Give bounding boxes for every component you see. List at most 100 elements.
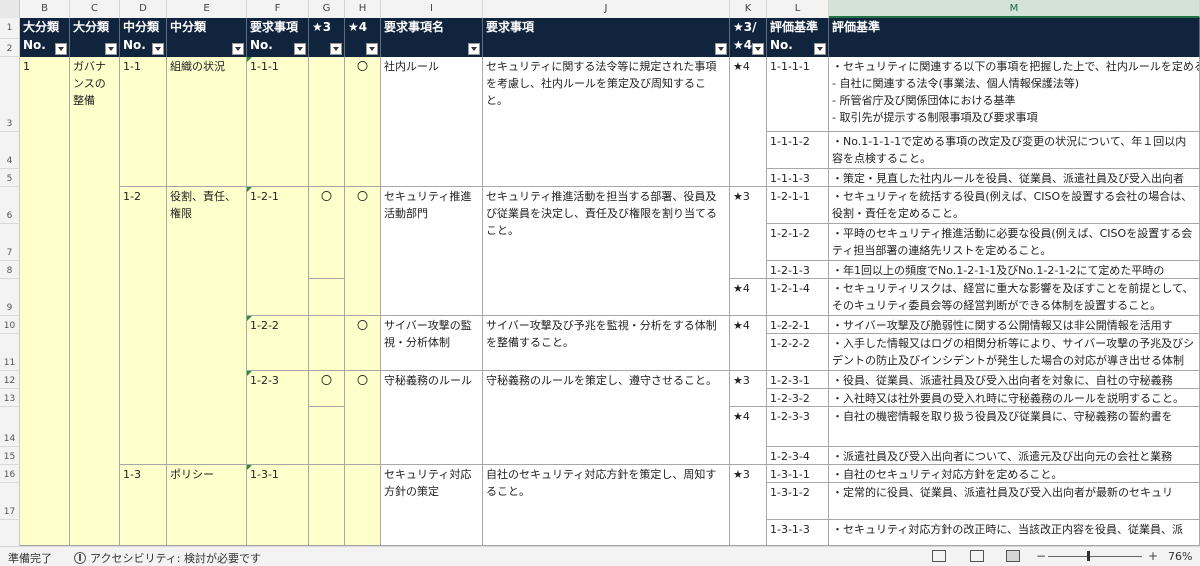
filter-dropdown-icon[interactable] <box>105 43 117 55</box>
zoom-in-button[interactable]: + <box>1148 549 1158 563</box>
cell-l9[interactable]: 1-2-1-4 <box>767 279 829 316</box>
cell-m15[interactable]: ・派遣社員及び受入出向者について、派遣元及び出向元の会社と業務 <box>829 447 1200 465</box>
cell-l17[interactable]: 1-3-1-2 <box>767 483 829 520</box>
cell-l10[interactable]: 1-2-2-1 <box>767 316 829 334</box>
header-cell-m[interactable]: 評価基準 <box>829 18 1200 57</box>
select-all-corner[interactable] <box>0 0 20 18</box>
accessibility-status[interactable]: アクセシビリティ: 検討が必要です <box>74 550 261 566</box>
column-header-d[interactable]: D <box>120 0 167 18</box>
cell-d16[interactable]: 1-3 <box>120 465 167 546</box>
header-cell-k[interactable]: ★3/ ★4 <box>730 18 767 57</box>
cell-k16[interactable]: ★3 <box>730 465 767 546</box>
cell-l7[interactable]: 1-2-1-2 <box>767 224 829 261</box>
cell-d3[interactable]: 1-1 <box>120 57 167 187</box>
cell-j3[interactable]: セキュリティに関する法令等に規定された事項を考慮し、社内ルールを策定及び周知する… <box>483 57 730 187</box>
cell-i6[interactable]: セキュリティ推進活動部門 <box>381 187 483 316</box>
spreadsheet-grid[interactable]: B C D E F G H I J K L M 1 2 3 4 5 6 7 8 … <box>0 0 1200 546</box>
filter-dropdown-icon[interactable] <box>294 43 306 55</box>
row-header-13[interactable]: 13 <box>0 389 20 407</box>
row-header-9[interactable]: 9 <box>0 279 20 316</box>
row-header-11[interactable]: 11 <box>0 334 20 371</box>
zoom-slider-thumb[interactable] <box>1087 551 1090 561</box>
cell-l11[interactable]: 1-2-2-2 <box>767 334 829 371</box>
filter-dropdown-icon[interactable] <box>752 43 764 55</box>
cell-m9[interactable]: ・セキュリティリスクは、経営に重大な影響を及ぼすことを前提として、そのキュリティ… <box>829 279 1200 316</box>
cell-b3[interactable]: 1 <box>20 57 70 546</box>
row-header-8[interactable]: 8 <box>0 261 20 279</box>
header-cell-d[interactable]: 中分類 No. <box>120 18 167 57</box>
row-header-15[interactable]: 15 <box>0 447 20 465</box>
cell-h6[interactable]: 〇 <box>345 187 381 316</box>
column-header-f[interactable]: F <box>247 0 309 18</box>
cell-m7[interactable]: ・平時のセキュリティ推進活動に必要な役員(例えば、CISOを設置する会ティ担当部… <box>829 224 1200 261</box>
cell-m14[interactable]: ・自社の機密情報を取り扱う役員及び従業員に、守秘義務の誓約書を <box>829 407 1200 447</box>
row-header-4[interactable]: 4 <box>0 132 20 169</box>
cell-h12[interactable]: 〇 <box>345 371 381 465</box>
cell-f12[interactable]: 1-2-3 <box>247 371 309 465</box>
row-header-2[interactable]: 2 <box>0 39 20 57</box>
cell-k10[interactable]: ★4 <box>730 316 767 371</box>
column-header-k[interactable]: K <box>730 0 767 18</box>
header-cell-e[interactable]: 中分類 <box>167 18 247 57</box>
cell-g14[interactable] <box>309 407 345 465</box>
zoom-out-button[interactable]: − <box>1036 549 1046 563</box>
cell-m18[interactable]: ・セキュリティ対応方針の改正時に、当該改正内容を役員、従業員、派 <box>829 520 1200 546</box>
cell-l12[interactable]: 1-2-3-1 <box>767 371 829 389</box>
cell-g9[interactable] <box>309 279 345 316</box>
column-header-m[interactable]: M <box>829 0 1200 18</box>
cell-m17[interactable]: ・定常的に役員、従業員、派遣社員及び受入出向者が最新のセキュリ <box>829 483 1200 520</box>
row-header-5[interactable]: 5 <box>0 169 20 187</box>
cell-l16[interactable]: 1-3-1-1 <box>767 465 829 483</box>
cell-l14[interactable]: 1-2-3-3 <box>767 407 829 447</box>
cell-e16[interactable]: ポリシー <box>167 465 247 546</box>
header-cell-i[interactable]: 要求事項名 <box>381 18 483 57</box>
cell-e6[interactable]: 役割、責任、権限 <box>167 187 247 465</box>
row-header-17[interactable]: 17 <box>0 483 20 520</box>
cell-h10[interactable]: 〇 <box>345 316 381 371</box>
cell-i16[interactable]: セキュリティ対応方針の策定 <box>381 465 483 546</box>
cell-l13[interactable]: 1-2-3-2 <box>767 389 829 407</box>
cell-d6[interactable]: 1-2 <box>120 187 167 465</box>
cell-g3[interactable] <box>309 57 345 187</box>
filter-dropdown-icon[interactable] <box>468 43 480 55</box>
filter-dropdown-icon[interactable] <box>330 43 342 55</box>
header-cell-b[interactable]: 大分類 No. <box>20 18 70 57</box>
cell-l6[interactable]: 1-2-1-1 <box>767 187 829 224</box>
column-header-i[interactable]: I <box>381 0 483 18</box>
page-layout-view-icon[interactable] <box>970 550 984 562</box>
header-cell-c[interactable]: 大分類 <box>70 18 120 57</box>
cell-m16[interactable]: ・自社のセキュリティ対応方針を定めること。 <box>829 465 1200 483</box>
cell-k6[interactable]: ★3 <box>730 187 767 279</box>
row-header-3[interactable]: 3 <box>0 57 20 132</box>
cell-j12[interactable]: 守秘義務のルールを策定し、遵守させること。 <box>483 371 730 465</box>
cell-f6[interactable]: 1-2-1 <box>247 187 309 316</box>
cell-k14[interactable]: ★4 <box>730 407 767 465</box>
cell-m6[interactable]: ・セキュリティを統括する役員(例えば、CISOを設置する会社の場合は、役割・責任… <box>829 187 1200 224</box>
cell-m3[interactable]: ・セキュリティに関連する以下の事項を把握した上で、社内ルールを定める - 自社に… <box>829 57 1200 132</box>
cell-l3[interactable]: 1-1-1-1 <box>767 57 829 132</box>
cell-f16[interactable]: 1-3-1 <box>247 465 309 546</box>
filter-dropdown-icon[interactable] <box>715 43 727 55</box>
cell-i10[interactable]: サイバー攻撃の監視・分析体制 <box>381 316 483 371</box>
cell-m4[interactable]: ・No.1-1-1-1で定める事項の改定及び変更の状況について、年１回以内容を点… <box>829 132 1200 169</box>
filter-dropdown-icon[interactable] <box>814 43 826 55</box>
filter-dropdown-icon[interactable] <box>55 43 67 55</box>
cell-l18[interactable]: 1-3-1-3 <box>767 520 829 546</box>
cell-f10[interactable]: 1-2-2 <box>247 316 309 371</box>
cell-j6[interactable]: セキュリティ推進活動を担当する部署、役員及び従業員を決定し、責任及び権限を割り当… <box>483 187 730 316</box>
cell-m12[interactable]: ・役員、従業員、派遣社員及び受入出向者を対象に、自社の守秘義務 <box>829 371 1200 389</box>
column-header-c[interactable]: C <box>70 0 120 18</box>
cell-h3[interactable]: 〇 <box>345 57 381 187</box>
cell-k3[interactable]: ★4 <box>730 57 767 187</box>
row-header-16[interactable]: 16 <box>0 465 20 483</box>
column-header-b[interactable]: B <box>20 0 70 18</box>
filter-dropdown-icon[interactable] <box>366 43 378 55</box>
column-header-h[interactable]: H <box>345 0 381 18</box>
row-header-14[interactable]: 14 <box>0 407 20 447</box>
page-break-view-icon[interactable] <box>1006 550 1020 562</box>
cell-l8[interactable]: 1-2-1-3 <box>767 261 829 279</box>
cell-l15[interactable]: 1-2-3-4 <box>767 447 829 465</box>
row-header-1[interactable]: 1 <box>0 18 20 39</box>
filter-dropdown-icon[interactable] <box>232 43 244 55</box>
row-header-12[interactable]: 12 <box>0 371 20 389</box>
